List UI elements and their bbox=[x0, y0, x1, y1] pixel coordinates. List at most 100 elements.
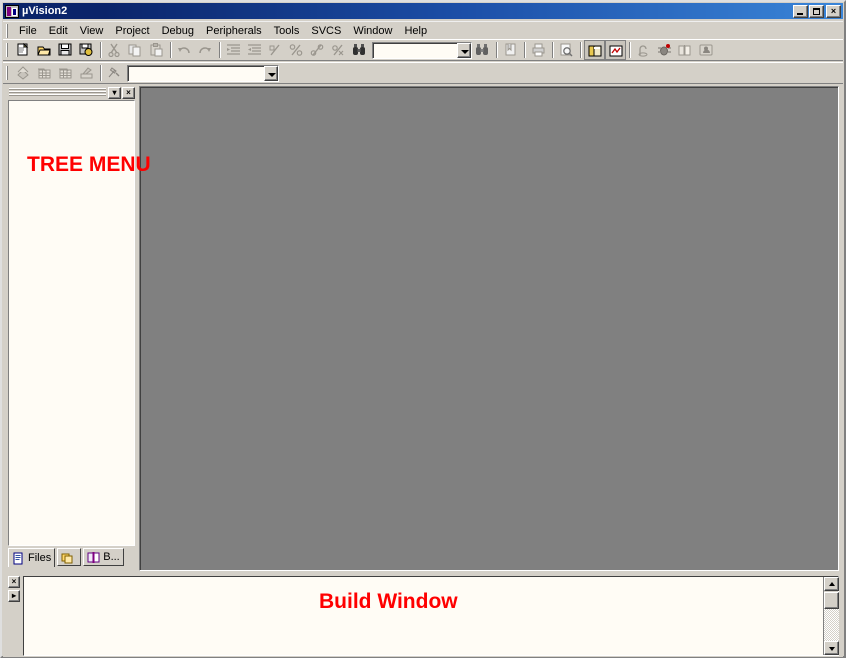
open-file-button[interactable] bbox=[34, 40, 55, 60]
outdent-icon bbox=[247, 43, 262, 57]
menu-item-window[interactable]: Window bbox=[347, 23, 398, 39]
target-select[interactable] bbox=[127, 64, 279, 82]
target-options-button[interactable] bbox=[104, 63, 125, 83]
build-toolbar bbox=[3, 62, 843, 84]
toolbar-separator bbox=[169, 41, 172, 59]
indent-icon bbox=[226, 43, 241, 57]
find-button[interactable] bbox=[472, 40, 493, 60]
tab-files[interactable]: Files bbox=[8, 548, 56, 567]
maximize-button[interactable] bbox=[809, 4, 824, 18]
chevron-down-icon[interactable] bbox=[264, 65, 278, 81]
menubar-grip[interactable] bbox=[4, 23, 11, 39]
translate-file-button[interactable] bbox=[13, 63, 34, 83]
pin-icon: ▸ bbox=[11, 591, 16, 600]
close-button[interactable]: × bbox=[826, 4, 841, 18]
prev-bookmark-button[interactable] bbox=[307, 40, 328, 60]
menu-item-tools[interactable]: Tools bbox=[268, 23, 306, 39]
paste-button[interactable] bbox=[146, 40, 167, 60]
stop-build-button[interactable] bbox=[76, 63, 97, 83]
tree-menu-annotation: TREE MENU bbox=[27, 153, 151, 176]
toolbar-separator bbox=[523, 41, 526, 59]
next-bookmark-button[interactable] bbox=[286, 40, 307, 60]
find-in-files-button[interactable] bbox=[349, 40, 370, 60]
output-window-button[interactable] bbox=[605, 40, 626, 60]
book-button[interactable] bbox=[675, 40, 696, 60]
menu-item-help[interactable]: Help bbox=[398, 23, 433, 39]
tab-regs[interactable] bbox=[57, 548, 82, 566]
application-window: µVision2 × File Edit View Project Debug … bbox=[0, 0, 846, 658]
menu-item-file[interactable]: File bbox=[13, 23, 43, 39]
undo-button[interactable] bbox=[174, 40, 195, 60]
prev-bookmark-icon bbox=[310, 43, 325, 57]
scrollbar-track[interactable] bbox=[824, 609, 839, 641]
build-window-scrollbar[interactable] bbox=[823, 577, 839, 655]
toggle-bookmark-button[interactable] bbox=[265, 40, 286, 60]
build-output-text[interactable]: Build Window bbox=[23, 576, 839, 656]
title-bar[interactable]: µVision2 × bbox=[3, 3, 843, 19]
regs-pages-icon bbox=[61, 551, 74, 564]
tab-books[interactable]: B... bbox=[83, 548, 124, 566]
minimize-button[interactable] bbox=[793, 4, 808, 18]
open-folder-icon bbox=[37, 43, 52, 57]
menu-item-view[interactable]: View bbox=[74, 23, 110, 39]
debug-button[interactable] bbox=[654, 40, 675, 60]
project-panel-tabs: Files B... bbox=[8, 548, 135, 568]
toolbar-separator bbox=[628, 41, 631, 59]
client-area: ▾ × Files B... TREE MENU × ▸ Build Windo… bbox=[3, 85, 843, 657]
build-window-pin-button[interactable]: ▸ bbox=[8, 590, 20, 602]
about-icon bbox=[699, 43, 714, 57]
chevron-down-icon[interactable] bbox=[457, 42, 471, 58]
toolbar-separator bbox=[551, 41, 554, 59]
redo-button[interactable] bbox=[195, 40, 216, 60]
print-preview-button[interactable] bbox=[556, 40, 577, 60]
rebuild-icon bbox=[58, 66, 73, 80]
scroll-up-button[interactable] bbox=[824, 577, 839, 591]
menu-bar: File Edit View Project Debug Peripherals… bbox=[3, 21, 843, 39]
toolbar-separator bbox=[579, 41, 582, 59]
scroll-down-button[interactable] bbox=[824, 641, 839, 655]
rebuild-all-button[interactable] bbox=[55, 63, 76, 83]
indent-button[interactable] bbox=[223, 40, 244, 60]
menu-item-debug[interactable]: Debug bbox=[156, 23, 200, 39]
new-file-button[interactable] bbox=[13, 40, 34, 60]
scrollbar-thumb[interactable] bbox=[824, 592, 839, 609]
build-toolbar-grip[interactable] bbox=[4, 65, 11, 81]
about-button[interactable] bbox=[696, 40, 717, 60]
project-window-button[interactable] bbox=[584, 40, 605, 60]
build-target-button[interactable] bbox=[34, 63, 55, 83]
menu-item-svcs[interactable]: SVCS bbox=[305, 23, 347, 39]
uvision-icon[interactable] bbox=[5, 4, 19, 18]
bookmark-list-button[interactable] bbox=[500, 40, 521, 60]
caption-grip bbox=[9, 88, 107, 97]
cut-button[interactable] bbox=[104, 40, 125, 60]
file-page-icon bbox=[12, 552, 25, 565]
build-window-gutter: × ▸ bbox=[8, 576, 22, 654]
menu-item-edit[interactable]: Edit bbox=[43, 23, 74, 39]
clear-bookmarks-button[interactable] bbox=[328, 40, 349, 60]
source-browser-button[interactable] bbox=[633, 40, 654, 60]
panel-close-button[interactable]: × bbox=[122, 86, 135, 99]
panel-minimize-button[interactable]: ▾ bbox=[108, 86, 121, 99]
build-icon bbox=[37, 66, 52, 80]
binoculars-icon bbox=[352, 43, 367, 57]
print-button[interactable] bbox=[528, 40, 549, 60]
save-button[interactable] bbox=[55, 40, 76, 60]
build-window-close-button[interactable]: × bbox=[8, 576, 20, 588]
main-toolbar-grip[interactable] bbox=[4, 42, 11, 58]
menu-item-peripherals[interactable]: Peripherals bbox=[200, 23, 268, 39]
copy-button[interactable] bbox=[125, 40, 146, 60]
outdent-button[interactable] bbox=[244, 40, 265, 60]
main-toolbar bbox=[3, 39, 843, 61]
clear-bookmarks-icon bbox=[331, 43, 346, 57]
find-combo[interactable] bbox=[372, 41, 472, 59]
project-panel-caption[interactable]: ▾ × bbox=[8, 86, 135, 99]
save-all-button[interactable] bbox=[76, 40, 97, 60]
panel-close-icon: × bbox=[126, 87, 131, 97]
copy-icon bbox=[128, 43, 143, 57]
project-window-icon bbox=[588, 44, 603, 58]
build-output-window: × ▸ Build Window bbox=[8, 574, 839, 656]
window-controls: × bbox=[792, 4, 841, 18]
mdi-client-area[interactable] bbox=[139, 86, 839, 571]
stop-build-icon bbox=[79, 66, 94, 80]
menu-item-project[interactable]: Project bbox=[109, 23, 155, 39]
